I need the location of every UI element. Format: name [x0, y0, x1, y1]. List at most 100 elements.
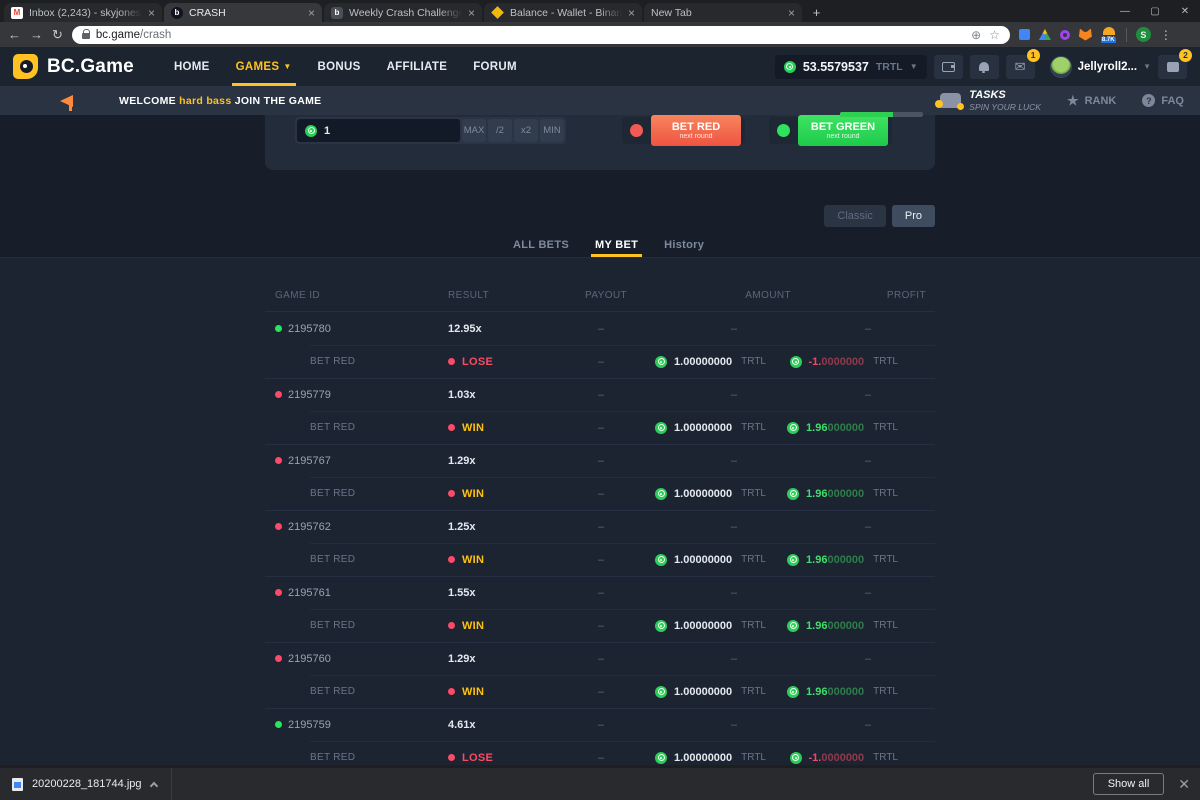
nav-item-bonus[interactable]: BONUS [305, 47, 374, 86]
close-window-button[interactable]: ✕ [1170, 0, 1200, 22]
tasks-link[interactable]: TASKSSPIN YOUR LUCK [940, 89, 1041, 112]
tab-close-icon[interactable]: × [628, 7, 635, 19]
profit-cell: -1.0000000TRTL [815, 345, 935, 378]
task-progress-bar [840, 112, 923, 117]
extensions-row: 8.7K S ⋮ [1019, 27, 1172, 43]
bet-row: BET RED WIN – 1.00000000TRTL 1.96000000T… [265, 675, 935, 708]
red-dot-icon[interactable] [630, 124, 643, 137]
bcgame-logo-icon[interactable] [13, 54, 38, 79]
browser-tab-newtab[interactable]: New Tab × [644, 3, 802, 22]
col-payout: PAYOUT [570, 279, 685, 311]
result-value: 1.29x [440, 642, 570, 675]
tab-all-bets[interactable]: ALL BETS [513, 232, 569, 257]
game-id: 2195780 [288, 323, 331, 335]
chat-button[interactable]: 2 [1158, 55, 1187, 79]
bet-color-dot [448, 556, 455, 563]
result-value: 1.55x [440, 576, 570, 609]
pro-button[interactable]: Pro [892, 205, 935, 227]
show-all-button[interactable]: Show all [1093, 773, 1165, 795]
outcome: WIN [462, 620, 484, 632]
bet-amount-input[interactable]: 1 [297, 119, 460, 142]
wallet-button[interactable] [934, 55, 963, 79]
half-button[interactable]: /2 [488, 119, 512, 142]
tab-history[interactable]: History [664, 232, 704, 257]
mail-badge: 1 [1027, 49, 1040, 62]
bookmark-star-icon[interactable]: ☆ [989, 28, 1000, 42]
browser-menu-icon[interactable]: ⋮ [1160, 28, 1172, 42]
profit-dash: – [815, 312, 935, 345]
classic-button[interactable]: Classic [824, 205, 885, 227]
browser-profile-avatar[interactable]: S [1136, 27, 1151, 42]
game-id: 2195762 [288, 521, 331, 533]
tab-close-icon[interactable]: × [148, 7, 155, 19]
table-header: GAME ID RESULT PAYOUT AMOUNT PROFIT [265, 258, 935, 312]
mail-icon: ✉ [1015, 60, 1026, 73]
lock-icon[interactable] [82, 33, 90, 39]
nav-item-affiliate[interactable]: AFFILIATE [374, 47, 461, 86]
double-button[interactable]: x2 [514, 119, 538, 142]
url-bar[interactable]: bc.game/crash ⊕ ☆ [72, 26, 1010, 44]
chevron-up-icon[interactable] [149, 781, 157, 789]
site-logo-text[interactable]: BC.Game [47, 56, 134, 78]
browser-tab-bitcointalk[interactable]: b Weekly Crash Challenge - Red Re × [324, 3, 482, 22]
screen: M Inbox (2,243) - skyjones84@gma × b CRA… [0, 0, 1200, 800]
tab-my-bet[interactable]: MY BET [595, 232, 638, 257]
maximize-button[interactable]: ▢ [1140, 0, 1170, 22]
nav-item-home[interactable]: HOME [161, 47, 223, 86]
messages-button[interactable]: ✉1 [1006, 55, 1035, 79]
extension-icon[interactable] [1019, 29, 1030, 40]
nav-item-forum[interactable]: FORUM [460, 47, 530, 86]
new-tab-button[interactable]: + [808, 4, 825, 21]
close-shelf-icon[interactable]: ✕ [1178, 777, 1190, 791]
back-button[interactable]: ← [8, 28, 21, 41]
bets-tab-bar: ALL BETS MY BET History [265, 232, 935, 257]
forward-button[interactable]: → [30, 28, 43, 41]
banner-right: TASKSSPIN YOUR LUCK ★RANK ?FAQ [940, 89, 1184, 112]
username: Jellyroll2... [1078, 61, 1137, 73]
browser-tab-crash[interactable]: b CRASH × [164, 3, 322, 22]
browser-tab-gmail[interactable]: M Inbox (2,243) - skyjones84@gma × [4, 3, 162, 22]
metamask-icon[interactable] [1079, 29, 1092, 41]
drive-icon[interactable] [1039, 29, 1051, 40]
payout-dash: – [570, 312, 685, 345]
reload-button[interactable]: ↻ [52, 28, 63, 41]
chat-badge: 2 [1179, 49, 1192, 62]
green-dot-icon[interactable] [777, 124, 790, 137]
zoom-page-icon[interactable]: ⊕ [971, 28, 981, 42]
game-id: 2195760 [288, 653, 331, 665]
nav-item-games[interactable]: GAMES▼ [223, 47, 305, 86]
extension-badge-icon[interactable]: 8.7K [1101, 27, 1117, 43]
browser-tab-strip: M Inbox (2,243) - skyjones84@gma × b CRA… [0, 0, 1200, 22]
tab-close-icon[interactable]: × [788, 7, 795, 19]
browser-toolbar: ← → ↻ bc.game/crash ⊕ ☆ 8.7K S ⋮ [0, 22, 1200, 47]
welcome-message: WELCOME hard bass JOIN THE GAME [119, 95, 321, 107]
result-value: 1.03x [440, 378, 570, 411]
trtl-coin-icon [787, 488, 799, 500]
notifications-button[interactable] [970, 55, 999, 79]
user-menu[interactable]: Jellyroll2... ▼ [1050, 56, 1151, 78]
game-id: 2195761 [288, 587, 331, 599]
game-row: 2195759 4.61x – – – [265, 708, 935, 741]
tab-close-icon[interactable]: × [468, 7, 475, 19]
extension-ring-icon[interactable] [1060, 30, 1070, 40]
download-item[interactable]: 20200228_181744.jpg [0, 768, 171, 800]
browser-tab-binance[interactable]: Balance - Wallet - Binance × [484, 3, 642, 22]
min-button[interactable]: MIN [540, 119, 564, 142]
balance-selector[interactable]: 53.5579537 TRTL ▼ [775, 55, 927, 79]
my-bets-section: GAME ID RESULT PAYOUT AMOUNT PROFIT 2195… [0, 258, 1200, 800]
rank-link[interactable]: ★RANK [1067, 93, 1116, 109]
minimize-button[interactable]: — [1110, 0, 1140, 22]
col-game-id: GAME ID [265, 279, 440, 311]
question-icon: ? [1142, 94, 1155, 107]
trtl-coin-icon [790, 752, 802, 764]
tab-close-icon[interactable]: × [308, 7, 315, 19]
wallet-icon [942, 62, 955, 72]
max-button[interactable]: MAX [462, 119, 486, 142]
faq-link[interactable]: ?FAQ [1142, 94, 1184, 107]
gmail-icon: M [11, 7, 23, 19]
result-dot [275, 325, 282, 332]
task-progress-fill [840, 112, 893, 117]
divider [1126, 28, 1127, 42]
bet-red-button[interactable]: BET RED next round [651, 115, 741, 146]
bet-green-button[interactable]: BET GREEN next round [798, 115, 888, 146]
